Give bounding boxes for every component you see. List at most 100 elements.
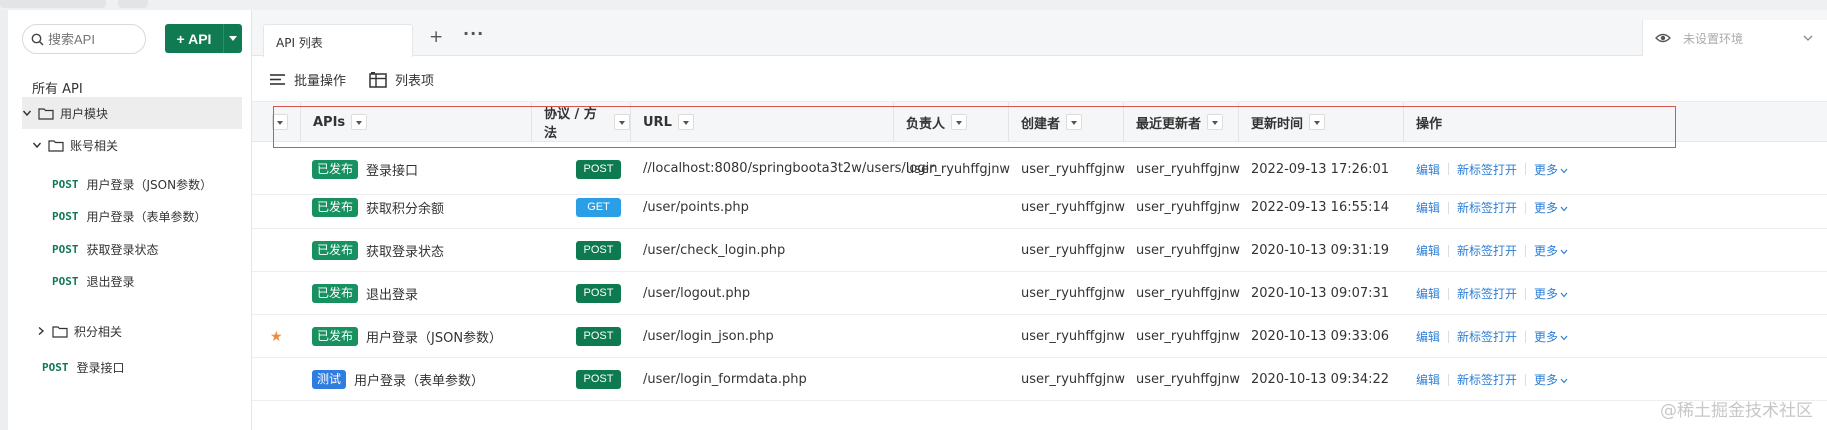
- edit-link[interactable]: 编辑: [1416, 371, 1440, 388]
- star-cell[interactable]: [270, 186, 290, 229]
- api-name: 用户登录（JSON参数）: [86, 178, 213, 192]
- environment-select[interactable]: 未设置环境: [1642, 20, 1827, 56]
- sidebar-rail: [0, 10, 8, 430]
- star-cell[interactable]: [270, 272, 290, 315]
- method-badge: POST: [576, 327, 621, 346]
- more-link[interactable]: 更多: [1534, 328, 1568, 345]
- table-icon: [369, 71, 387, 88]
- chevron-down-icon[interactable]: [32, 140, 42, 150]
- add-api-button[interactable]: + API: [165, 24, 242, 53]
- tree-folder-points[interactable]: 积分相关: [36, 315, 122, 347]
- api-name-cell[interactable]: 已发布 退出登录: [312, 272, 418, 315]
- column-header-updater[interactable]: 最近更新者: [1123, 102, 1238, 142]
- creator-cell: user_ryuhffgjnw: [1021, 243, 1126, 258]
- column-header-apis[interactable]: APIs: [300, 102, 531, 142]
- tree-folder-user-module[interactable]: 用户模块: [22, 97, 242, 129]
- method-cell: POST: [576, 358, 621, 401]
- open-new-tab-link[interactable]: 新标签打开: [1457, 285, 1517, 302]
- add-api-dropdown-icon[interactable]: [224, 35, 242, 42]
- edit-link[interactable]: 编辑: [1416, 199, 1440, 216]
- open-new-tab-link[interactable]: 新标签打开: [1457, 371, 1517, 388]
- column-header-url[interactable]: URL: [630, 102, 893, 142]
- api-name: 用户登录（表单参数）: [86, 210, 207, 224]
- api-name[interactable]: 获取积分余额: [366, 198, 444, 217]
- method-cell: POST: [576, 229, 621, 272]
- column-header-method[interactable]: 协议 / 方法: [531, 102, 630, 142]
- sidebar: + API 所有 API 用户模块 账号相关 POST 用户登录（JSON参数）…: [0, 10, 252, 430]
- star-cell[interactable]: ★: [270, 315, 290, 358]
- select-all-dropdown[interactable]: [272, 102, 300, 142]
- sidebar-api-item[interactable]: POST 登录接口: [42, 359, 125, 376]
- edit-link[interactable]: 编辑: [1416, 242, 1440, 259]
- api-name[interactable]: 登录接口: [366, 160, 418, 179]
- method-badge: POST: [576, 241, 621, 260]
- more-link[interactable]: 更多: [1534, 161, 1568, 178]
- add-tab-button[interactable]: +: [429, 27, 443, 47]
- api-name[interactable]: 用户登录（表单参数）: [354, 370, 484, 389]
- api-name-cell[interactable]: 已发布 获取登录状态: [312, 229, 444, 272]
- column-settings-button[interactable]: 列表项: [369, 70, 434, 89]
- all-api-item[interactable]: 所有 API: [32, 78, 83, 97]
- chevron-down-icon: [1560, 378, 1568, 384]
- main-area: API 列表 + ··· 未设置环境 批量操作 列表项 APIs 协议 / 方法…: [252, 10, 1827, 430]
- more-tabs-button[interactable]: ···: [463, 24, 484, 43]
- sidebar-api-item[interactable]: POST 用户登录（JSON参数）: [52, 176, 212, 193]
- api-name[interactable]: 退出登录: [366, 284, 418, 303]
- star-cell[interactable]: [270, 229, 290, 272]
- open-new-tab-link[interactable]: 新标签打开: [1457, 242, 1517, 259]
- chevron-down-icon: [1803, 35, 1813, 41]
- chevron-right-icon[interactable]: [36, 326, 46, 336]
- column-header-updated-time[interactable]: 更新时间: [1238, 102, 1403, 142]
- tab-bar: API 列表 + ··· 未设置环境: [252, 10, 1827, 57]
- chevron-down-icon[interactable]: [22, 108, 32, 118]
- chevron-down-icon: [1560, 292, 1568, 298]
- sidebar-api-item[interactable]: POST 退出登录: [52, 273, 135, 290]
- star-cell[interactable]: [270, 358, 290, 401]
- method-label: POST: [52, 178, 79, 191]
- api-name-cell[interactable]: 测试 用户登录（表单参数）: [312, 358, 484, 401]
- table-row[interactable]: 已发布 获取登录状态 POST/user/check_login.php user_r…: [252, 229, 1827, 272]
- actions-cell: 编辑 新标签打开 更多: [1416, 186, 1568, 229]
- creator-cell: user_ryuhffgjnw: [1021, 329, 1126, 344]
- more-link[interactable]: 更多: [1534, 285, 1568, 302]
- sidebar-api-item[interactable]: POST 用户登录（表单参数）: [52, 208, 207, 225]
- edit-link[interactable]: 编辑: [1416, 161, 1440, 178]
- add-api-label[interactable]: + API: [165, 31, 223, 47]
- more-link[interactable]: 更多: [1534, 242, 1568, 259]
- search-input[interactable]: [48, 31, 134, 47]
- top-strip-button: [118, 0, 148, 8]
- table-row[interactable]: 已发布 获取积分余额 GET/user/points.php user_ryuhffg…: [252, 186, 1827, 229]
- open-new-tab-link[interactable]: 新标签打开: [1457, 328, 1517, 345]
- url-text: /user/logout.php: [643, 285, 751, 301]
- edit-link[interactable]: 编辑: [1416, 285, 1440, 302]
- url-text: //localhost:8080/springboota3t2w/users/l…: [643, 161, 938, 176]
- more-link[interactable]: 更多: [1534, 199, 1568, 216]
- url-cell: /user/logout.php: [643, 272, 899, 315]
- star-icon[interactable]: ★: [270, 329, 283, 345]
- api-name[interactable]: 用户登录（JSON参数）: [366, 327, 502, 346]
- table-row[interactable]: ★ 已发布 用户登录（JSON参数） POST/user/login_json.php…: [252, 315, 1827, 358]
- api-name-cell[interactable]: 已发布 获取积分余额: [312, 186, 444, 229]
- method-cell: POST: [576, 272, 621, 315]
- eye-icon[interactable]: [1655, 32, 1671, 44]
- open-new-tab-link[interactable]: 新标签打开: [1457, 161, 1517, 178]
- actions-cell: 编辑 新标签打开 更多: [1416, 315, 1568, 358]
- tree-folder-account[interactable]: 账号相关: [32, 129, 118, 161]
- column-settings-label: 列表项: [395, 74, 435, 89]
- edit-link[interactable]: 编辑: [1416, 328, 1440, 345]
- search-box[interactable]: [22, 24, 146, 54]
- batch-operation-button[interactable]: 批量操作: [269, 70, 346, 89]
- updated-time-cell: 2020-10-13 09:07:31: [1251, 286, 1390, 301]
- table-row[interactable]: 已发布 退出登录 POST/user/logout.php user_ryuhffgj…: [252, 272, 1827, 315]
- api-name-cell[interactable]: 已发布 用户登录（JSON参数）: [312, 315, 502, 358]
- tab-api-list[interactable]: API 列表: [263, 24, 413, 57]
- open-new-tab-link[interactable]: 新标签打开: [1457, 199, 1517, 216]
- table-row[interactable]: 测试 用户登录（表单参数） POST/user/login_formdata.php…: [252, 358, 1827, 401]
- method-badge: POST: [576, 159, 621, 179]
- url-text: /user/points.php: [643, 199, 749, 215]
- sidebar-api-item[interactable]: POST 获取登录状态: [52, 241, 159, 258]
- more-link[interactable]: 更多: [1534, 371, 1568, 388]
- column-header-creator[interactable]: 创建者: [1008, 102, 1123, 142]
- api-name[interactable]: 获取登录状态: [366, 241, 444, 260]
- column-header-owner[interactable]: 负责人: [893, 102, 1008, 142]
